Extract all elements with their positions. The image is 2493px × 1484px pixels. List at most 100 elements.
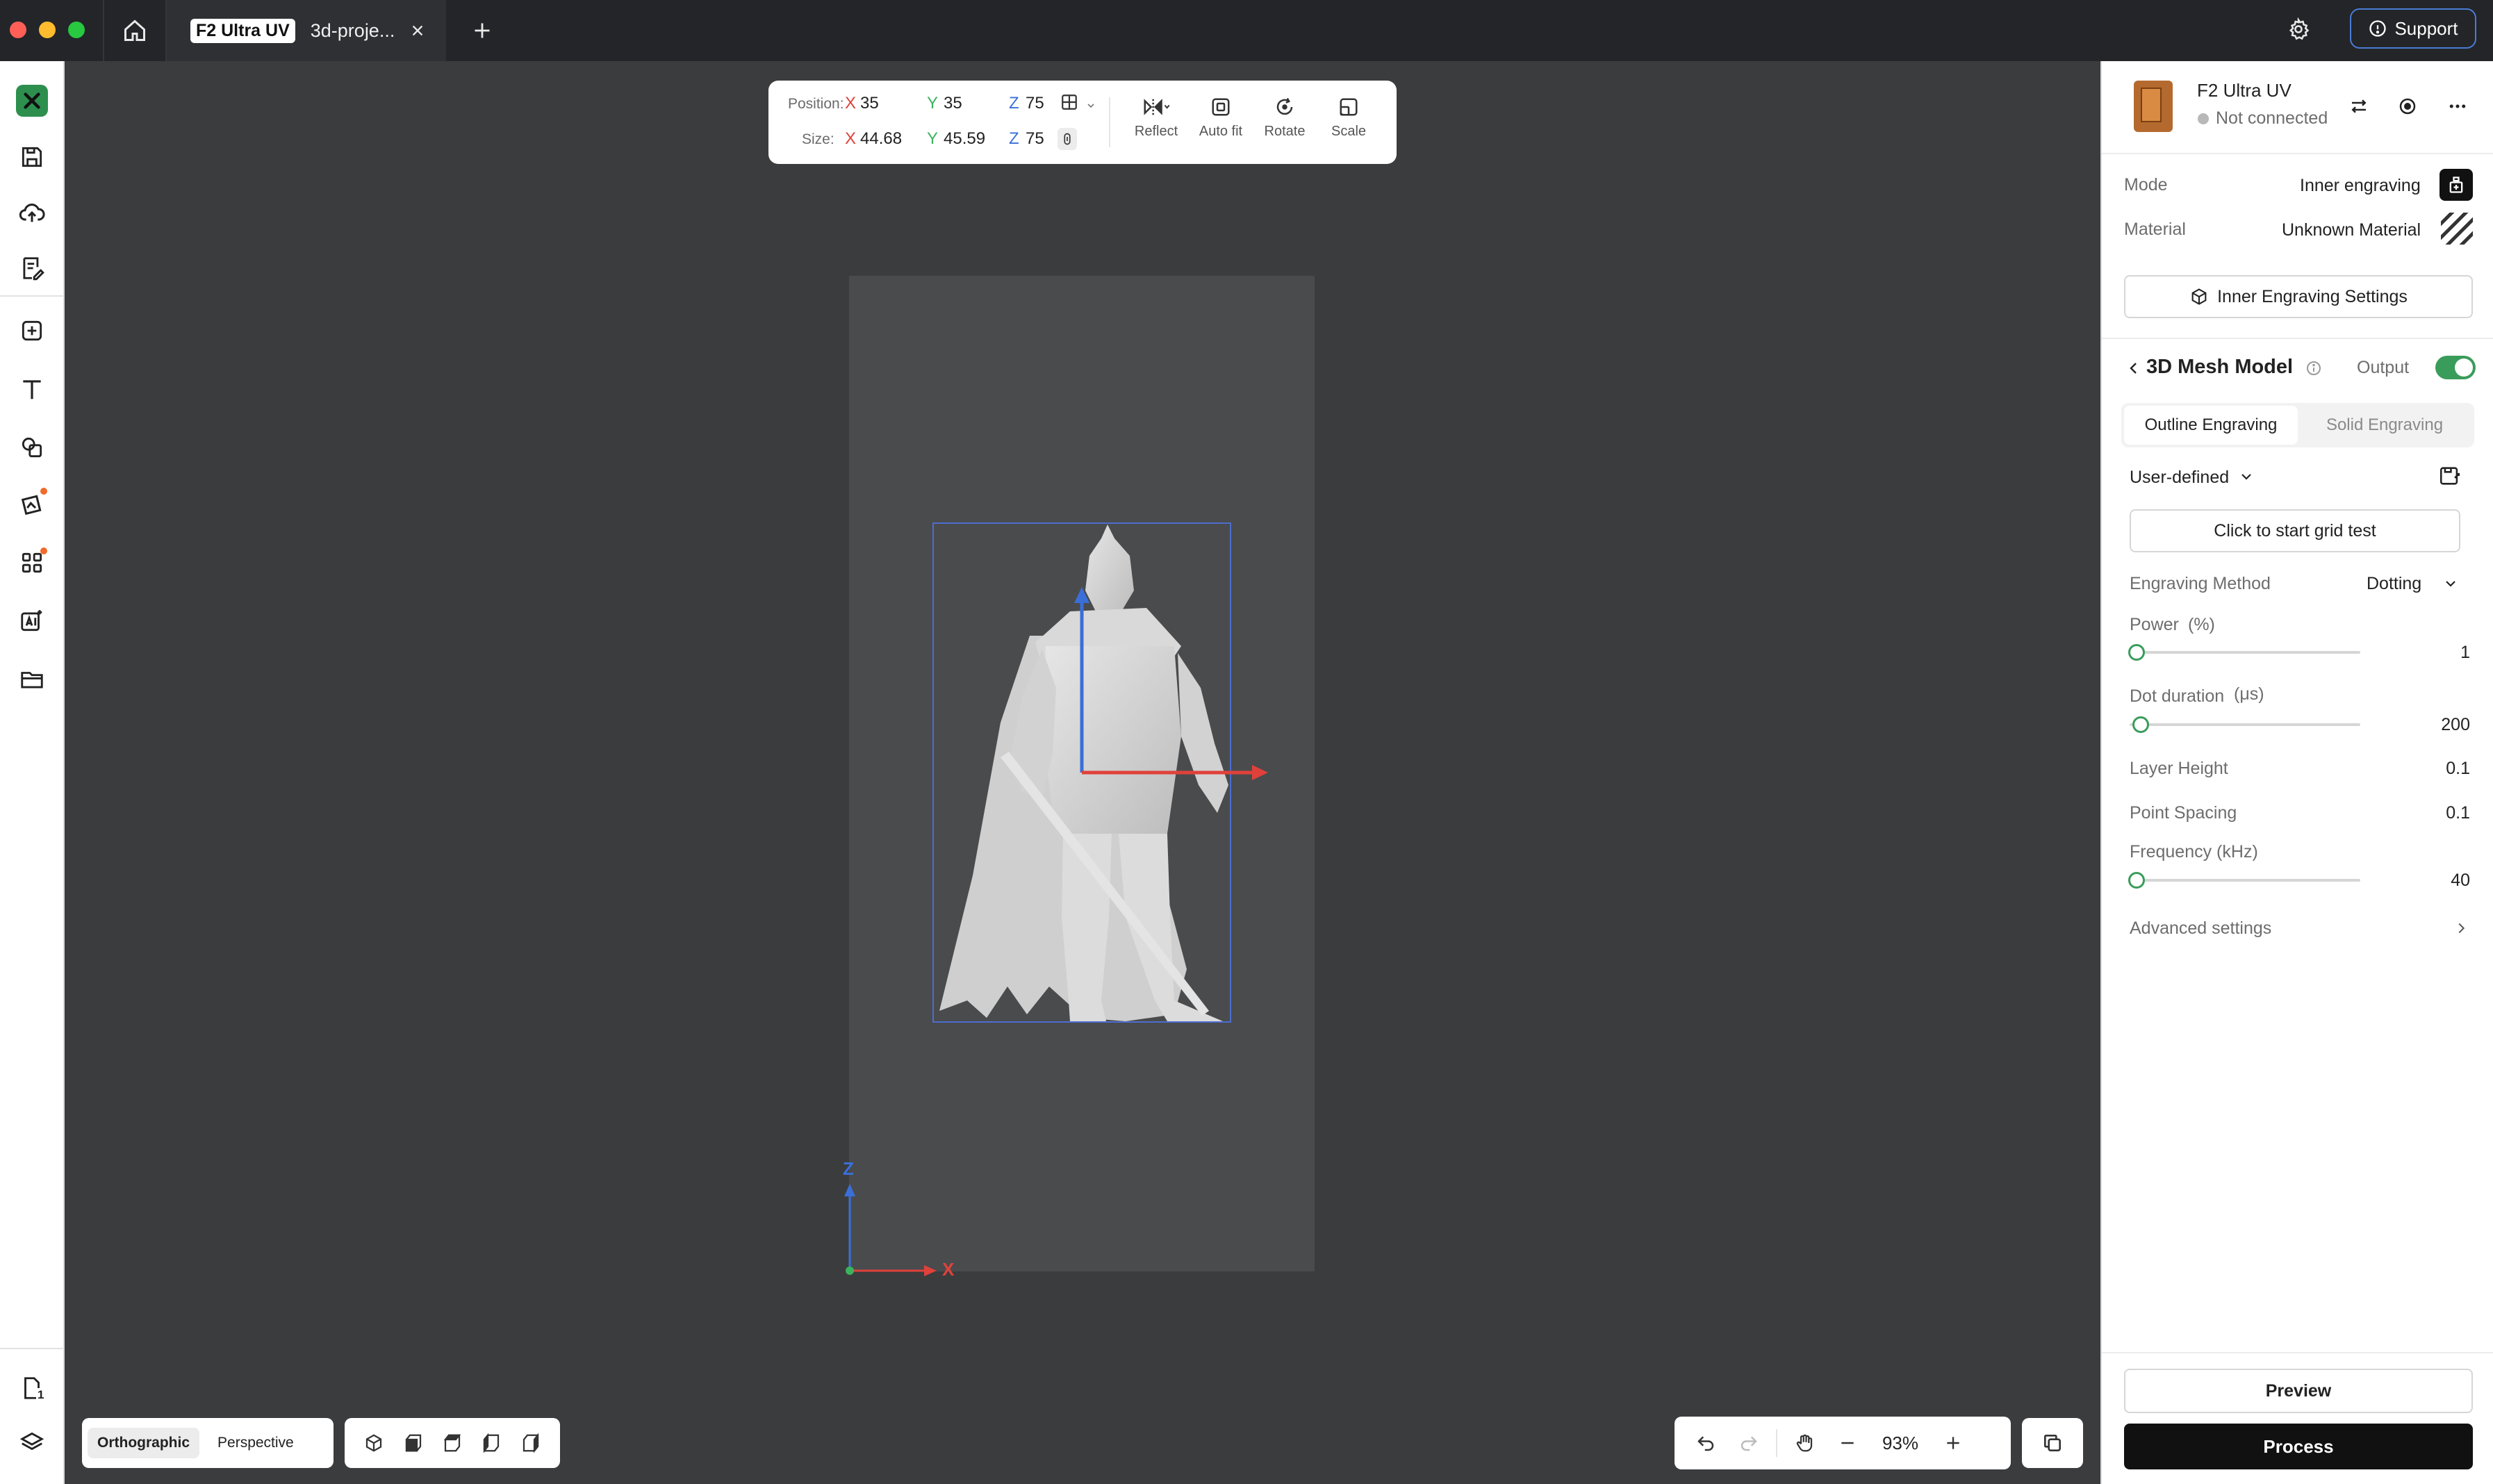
zoom-in-button[interactable] — [1932, 1421, 1975, 1465]
pan-button[interactable] — [1783, 1421, 1826, 1465]
preset-dropdown-button[interactable] — [2238, 468, 2255, 488]
inner-engraving-settings-label: Inner Engraving Settings — [2217, 286, 2408, 306]
panel-divider — [2102, 338, 2493, 339]
redo-icon — [1741, 1436, 1757, 1451]
auto-fit-button[interactable]: Auto fit — [1193, 93, 1249, 140]
anchor-grid-icon — [1062, 94, 1077, 110]
position-label: Position: — [788, 96, 844, 112]
size-x-field[interactable]: 44.68 — [860, 129, 902, 149]
mode-label: Mode — [2124, 175, 2168, 195]
frequency-slider-handle[interactable] — [2128, 872, 2145, 889]
chevron-right-icon — [2458, 923, 2465, 934]
advanced-settings-label[interactable]: Advanced settings — [2130, 918, 2271, 939]
panel-divider — [2102, 153, 2493, 154]
properties-panel: F2 Ultra UV Not connected Mode Inner eng… — [2100, 61, 2493, 1484]
hatch-pattern-icon — [2441, 213, 2473, 245]
device-name: F2 Ultra UV — [2197, 80, 2292, 101]
connection-status-dot — [2198, 113, 2209, 124]
grid-test-button[interactable]: Click to start grid test — [2130, 509, 2460, 552]
connect-device-button[interactable] — [2397, 96, 2418, 120]
process-button[interactable]: Process — [2124, 1424, 2473, 1469]
rotate-icon — [1276, 97, 1293, 115]
point-spacing-value[interactable]: 0.1 — [2428, 803, 2470, 823]
preview-button[interactable]: Preview — [2124, 1369, 2473, 1413]
more-horizontal-icon — [2449, 104, 2466, 108]
axis-z-label: Z — [843, 1158, 854, 1179]
size-y-field[interactable]: 45.59 — [944, 129, 985, 149]
more-options-button[interactable] — [2447, 96, 2468, 120]
cube-right-icon — [523, 1433, 538, 1453]
frequency-slider-track[interactable] — [2130, 879, 2360, 882]
position-z-axis: Z — [1009, 94, 1019, 113]
swap-icon — [2351, 99, 2367, 113]
transform-toolbar: Position: X 35 Y 35 Z 75 Size: X 44.68 Y… — [768, 81, 1397, 164]
hand-icon — [1796, 1434, 1813, 1452]
view-right-button[interactable] — [517, 1429, 545, 1457]
dot-duration-value[interactable]: 200 — [2421, 715, 2470, 735]
back-button[interactable] — [2125, 358, 2142, 381]
reflect-button[interactable]: Reflect — [1128, 93, 1184, 140]
mode-icon-button[interactable] — [2439, 169, 2473, 201]
layer-height-label: Layer Height — [2130, 759, 2228, 778]
material-value[interactable]: Unknown Material — [2282, 220, 2421, 240]
power-slider-track[interactable] — [2130, 651, 2360, 654]
engraving-method-select[interactable]: Dotting — [2367, 574, 2421, 594]
auto-fit-icon — [1212, 98, 1230, 116]
view-top-button[interactable] — [438, 1429, 466, 1457]
copy-view-button[interactable] — [2022, 1418, 2083, 1468]
perspective-option[interactable]: Perspective — [208, 1428, 304, 1458]
lock-ratio-button[interactable] — [1058, 128, 1077, 150]
power-label: Power — [2130, 615, 2179, 634]
engraving-type-tabs: Outline Engraving Solid Engraving — [2121, 403, 2474, 447]
scale-label: Scale — [1331, 124, 1367, 139]
gizmo-x-arrow[interactable] — [1252, 765, 1268, 780]
power-value[interactable]: 1 — [2442, 643, 2470, 663]
engraving-method-dropdown[interactable] — [2442, 575, 2459, 595]
output-toggle[interactable] — [2435, 356, 2476, 379]
undo-icon — [1697, 1436, 1714, 1451]
position-y-field[interactable]: 35 — [944, 94, 962, 113]
position-z-field[interactable]: 75 — [1026, 94, 1044, 113]
mode-value[interactable]: Inner engraving — [2300, 176, 2421, 196]
undo-button[interactable] — [1684, 1421, 1727, 1465]
zoom-out-button[interactable] — [1826, 1421, 1869, 1465]
model-view[interactable] — [0, 0, 2100, 1484]
advanced-settings-expand[interactable] — [2453, 920, 2469, 940]
redo-button[interactable] — [1727, 1421, 1770, 1465]
support-button[interactable]: Support — [2350, 8, 2476, 49]
view-iso-button[interactable] — [360, 1429, 388, 1457]
frequency-value[interactable]: 40 — [2428, 871, 2470, 891]
tab-outline-engraving[interactable]: Outline Engraving — [2124, 406, 2298, 445]
size-y-axis: Y — [927, 129, 939, 148]
object-info-button[interactable] — [2305, 360, 2322, 380]
info-icon — [2307, 361, 2321, 375]
view-left-button[interactable] — [477, 1429, 505, 1457]
reflect-label: Reflect — [1134, 124, 1178, 139]
layer-height-value[interactable]: 0.1 — [2428, 759, 2470, 779]
size-z-field[interactable]: 75 — [1026, 129, 1044, 149]
scale-button[interactable]: Scale — [1321, 93, 1376, 140]
inner-engraving-settings-button[interactable]: Inner Engraving Settings — [2124, 275, 2473, 318]
power-slider-handle[interactable] — [2128, 644, 2145, 661]
position-x-field[interactable]: 35 — [860, 94, 879, 113]
preset-select[interactable]: User-defined — [2130, 468, 2229, 488]
position-x-axis: X — [845, 94, 857, 113]
reference-point-button[interactable] — [1060, 93, 1096, 115]
inner-engraving-icon — [2449, 176, 2463, 193]
settings-button[interactable] — [2283, 14, 2314, 44]
zoom-level[interactable]: 93% — [1869, 1433, 1932, 1454]
switch-device-button[interactable] — [2348, 96, 2369, 120]
zoom-toolbar: 93% — [1675, 1417, 2011, 1469]
material-swatch[interactable] — [2441, 213, 2473, 245]
target-icon — [2399, 98, 2416, 115]
gear-icon — [2289, 17, 2310, 40]
dot-duration-label: Dot duration — [2130, 686, 2225, 706]
dot-duration-slider-handle[interactable] — [2132, 716, 2149, 733]
tab-solid-engraving[interactable]: Solid Engraving — [2298, 406, 2471, 445]
plus-icon — [1947, 1437, 1959, 1449]
orthographic-option[interactable]: Orthographic — [88, 1428, 200, 1458]
view-front-button[interactable] — [400, 1429, 427, 1457]
dot-duration-slider-track[interactable] — [2130, 723, 2360, 726]
save-preset-button[interactable] — [2438, 464, 2462, 491]
rotate-button[interactable]: Rotate — [1257, 93, 1313, 140]
